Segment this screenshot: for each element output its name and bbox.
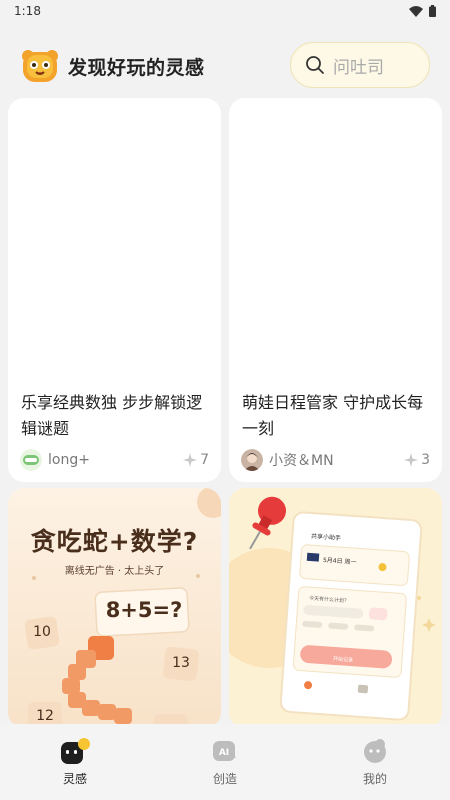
card-title: 乐享经典数独 步步解锁逻辑谜题 [21, 393, 203, 438]
card-title: 萌娃日程管家 守护成长每一刻 [242, 393, 424, 438]
card-meta: 小资＆MN 3 [241, 448, 430, 472]
author-avatar[interactable] [241, 449, 263, 471]
status-icons [409, 5, 436, 17]
tab-inspiration[interactable]: 灵感 [0, 724, 150, 800]
search-icon [306, 56, 324, 74]
tab-label: 创造 [212, 772, 237, 786]
feed-card-planner[interactable]: 萌娃日程管家 守护成长每一刻 小资＆MN 3 [229, 98, 442, 482]
sparkle-icon [183, 453, 198, 467]
search-bar[interactable]: 问吐司 [290, 42, 430, 88]
tab-label: 灵感 [62, 772, 87, 786]
tab-label: 我的 [362, 772, 387, 786]
ai-create-icon: AI [213, 741, 236, 761]
number-tile: 13 [172, 655, 190, 671]
header: 发现好玩的灵感 问吐司 [0, 36, 450, 96]
card-thumbnail [8, 98, 221, 380]
sparkle-icon [404, 453, 419, 467]
like-count[interactable]: 7 [183, 452, 209, 468]
planner-section: 开始记录 [332, 656, 354, 664]
tab-create[interactable]: AI 创造 [150, 724, 300, 800]
author-name[interactable]: long+ [48, 452, 183, 468]
author-avatar[interactable] [20, 449, 42, 471]
status-bar: 1:18 [0, 0, 450, 22]
svg-text:AI: AI [219, 748, 229, 758]
tab-profile[interactable]: 我的 [300, 724, 450, 800]
promo-headline: 贪吃蛇+数学? [30, 527, 199, 556]
like-count-value: 7 [200, 452, 209, 468]
feed-card-sudoku[interactable]: 乐享经典数独 步步解锁逻辑谜题 long+ 7 [8, 98, 221, 482]
feed-card-planner-promo[interactable]: 共享小助手 5月4日 周一 今天有什么计划？ 开始记录 [229, 488, 442, 728]
number-tile: 10 [33, 624, 51, 640]
inspiration-icon [61, 738, 90, 764]
app-logo [22, 50, 58, 82]
page-title: 发现好玩的灵感 [68, 56, 205, 79]
bottom-tab-bar: 灵感 AI 创造 我的 [0, 724, 450, 800]
planner-banner [229, 488, 442, 728]
like-count[interactable]: 3 [404, 452, 430, 468]
status-time: 1:18 [14, 4, 41, 18]
number-tile: 12 [36, 708, 54, 724]
card-thumbnail [229, 98, 442, 380]
promo-subline: 离线无广告 · 太上头了 [64, 566, 165, 577]
search-placeholder: 问吐司 [333, 57, 384, 78]
profile-icon [364, 739, 386, 763]
wifi-icon [409, 5, 423, 17]
card-meta: long+ 7 [20, 448, 209, 472]
promo-equation: 8+5=? [105, 598, 183, 622]
feed-card-snake-math[interactable]: 贪吃蛇+数学? 离线无广告 · 太上头了 8+5=? 10 13 12 [8, 488, 221, 728]
battery-icon [429, 5, 436, 17]
author-name[interactable]: 小资＆MN [269, 450, 404, 470]
like-count-value: 3 [421, 452, 430, 468]
